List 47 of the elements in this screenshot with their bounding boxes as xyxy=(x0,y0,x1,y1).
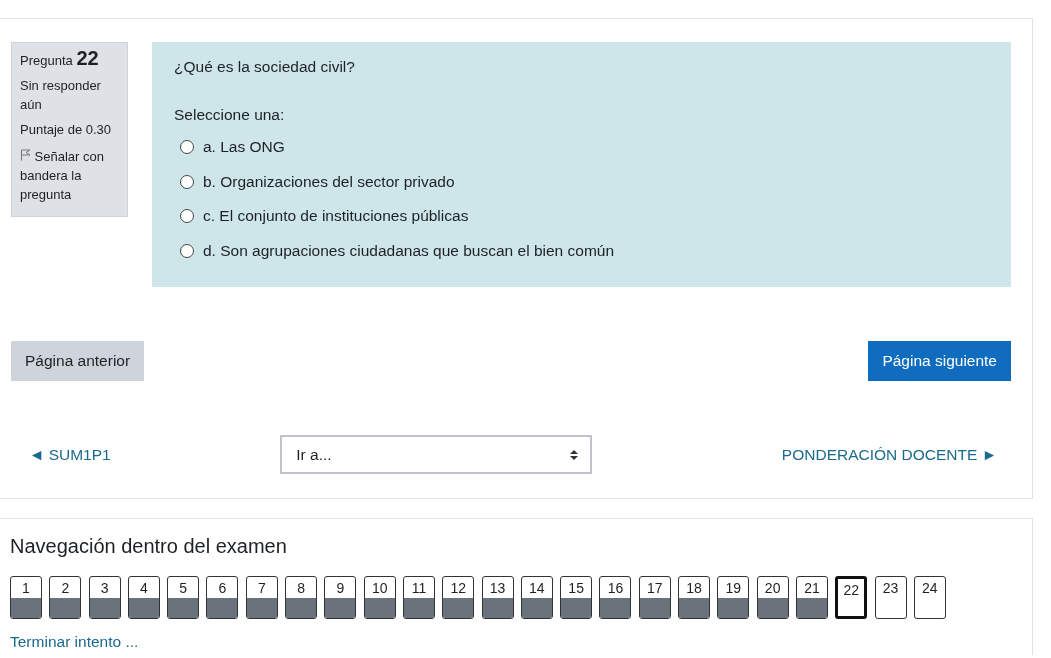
navigation-heading: Navegación dentro del examen xyxy=(10,535,288,558)
question-nav-button[interactable]: 13 xyxy=(481,576,514,619)
question-nav-button[interactable]: 12 xyxy=(442,576,475,619)
answer-option[interactable]: a. Las ONG xyxy=(203,138,285,157)
question-nav-button[interactable]: 6 xyxy=(206,576,239,619)
next-page-button[interactable]: Página siguiente xyxy=(868,341,1011,381)
question-nav-button[interactable]: 15 xyxy=(560,576,593,619)
question-nav-button[interactable]: 10 xyxy=(363,576,396,619)
question-nav-button[interactable]: 8 xyxy=(285,576,318,619)
question-text: ¿Qué es la sociedad civil? xyxy=(174,58,356,76)
question-number: Pregunta 22 xyxy=(20,49,100,70)
radio-button[interactable] xyxy=(180,209,194,224)
question-nav-button[interactable]: 11 xyxy=(402,576,435,619)
question-nav-button[interactable]: 4 xyxy=(127,576,160,619)
question-nav-button[interactable]: 7 xyxy=(245,576,278,619)
question-status: Sin responder aún xyxy=(20,77,102,114)
radio-button[interactable] xyxy=(180,174,194,189)
question-nav-button[interactable]: 18 xyxy=(678,576,711,619)
question-nav-button[interactable]: 1 xyxy=(10,576,42,619)
previous-activity-link[interactable]: ◄ SUM1P1 xyxy=(29,445,111,464)
question-nav-button[interactable]: 14 xyxy=(520,576,553,619)
select-prompt: Seleccione una: xyxy=(174,106,286,124)
question-nav-button[interactable]: 3 xyxy=(88,576,121,619)
sort-caret-icon xyxy=(570,448,579,461)
previous-page-button[interactable]: Página anterior xyxy=(11,341,145,381)
jump-to-select[interactable]: Ir a... xyxy=(280,435,593,474)
radio-button[interactable] xyxy=(180,140,194,155)
next-activity-link[interactable]: PONDERACIÓN DOCENTE ► xyxy=(781,445,997,464)
question-nav-button[interactable]: 2 xyxy=(49,576,82,619)
flag-icon xyxy=(20,149,31,161)
question-nav-button[interactable]: 9 xyxy=(324,576,357,619)
answer-option[interactable]: d. Son agrupaciones ciudadanas que buscan el bien común xyxy=(203,241,615,260)
question-score: Puntaje de 0.30 xyxy=(20,121,113,139)
question-nav-button[interactable]: 23 xyxy=(874,576,907,619)
finish-attempt-link[interactable]: Terminar intento ... xyxy=(10,633,139,651)
radio-button[interactable] xyxy=(180,243,194,258)
question-nav-button[interactable]: 16 xyxy=(599,576,632,619)
question-nav-button[interactable]: 5 xyxy=(167,576,200,619)
answer-option[interactable]: b. Organizaciones del sector privado xyxy=(203,172,455,191)
answer-option[interactable]: c. El conjunto de instituciones públicas xyxy=(203,207,469,226)
question-nav-button[interactable]: 24 xyxy=(913,576,946,619)
question-nav-button[interactable]: 22 xyxy=(835,576,868,619)
question-nav-button[interactable]: 17 xyxy=(638,576,671,619)
question-nav-button[interactable]: 19 xyxy=(717,576,750,619)
question-nav-button[interactable]: 20 xyxy=(756,576,789,619)
flag-question-link[interactable]: Señalar con bandera la pregunta xyxy=(20,147,119,204)
question-nav-button[interactable]: 21 xyxy=(795,576,828,619)
